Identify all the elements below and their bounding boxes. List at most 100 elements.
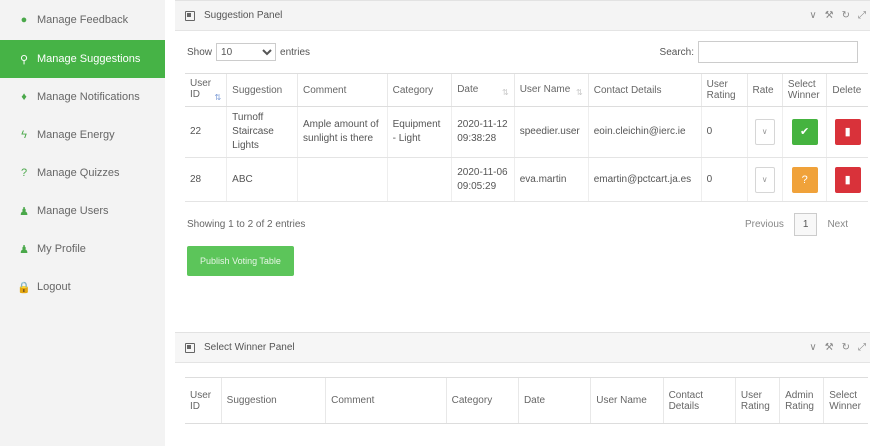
cell-comment: Ample amount of sunlight is there	[297, 106, 388, 158]
column-header[interactable]: Admin Rating	[779, 377, 824, 424]
collapse-icon[interactable]: ∨	[809, 342, 816, 353]
suggestion-panel-title: Suggestion Panel	[204, 10, 283, 21]
sidebar-item-manage-users[interactable]: ♟ Manage Users	[0, 192, 165, 230]
user-icon: ♟	[19, 205, 29, 218]
rate-select[interactable]: ∨	[754, 119, 775, 145]
sort-icon[interactable]: ⇅	[214, 93, 221, 102]
publish-voting-table-button[interactable]: Publish Voting Table	[187, 246, 294, 276]
comment-icon: ●	[20, 14, 28, 26]
wrench-icon[interactable]: ⚒	[825, 10, 834, 21]
column-header[interactable]: Select Winner	[823, 377, 868, 424]
sidebar-item-manage-quizzes[interactable]: ? Manage Quizzes	[0, 154, 165, 192]
cell-date: 2020-11-06 09:05:29	[451, 157, 515, 202]
column-header[interactable]: Contact Details	[662, 377, 736, 424]
bolt-icon: ϟ	[21, 129, 27, 141]
cell-rate: ∨	[746, 157, 783, 202]
column-header-label: Delete	[832, 84, 862, 96]
expand-icon[interactable]: ⤢	[858, 342, 866, 353]
column-header[interactable]: Category	[445, 377, 519, 424]
column-header[interactable]: Date ⇅	[451, 73, 515, 107]
column-header-label: Suggestion	[232, 84, 283, 96]
search-label: Search:	[659, 46, 694, 58]
question-icon: ?	[20, 167, 28, 179]
sidebar-item-label: Manage Suggestions	[37, 53, 141, 65]
column-header-label: User Rating	[706, 79, 736, 101]
cell-user-id: 22	[185, 106, 227, 158]
sidebar-item-label: Manage Feedback	[37, 14, 129, 26]
collapse-icon[interactable]: ∨	[809, 10, 816, 21]
column-header-label: Comment	[303, 84, 347, 96]
cell-delete: ▮	[826, 157, 868, 202]
column-header[interactable]: Comment	[297, 73, 388, 107]
refresh-icon[interactable]: ↻	[842, 342, 850, 353]
cell-delete: ▮	[826, 106, 868, 158]
delete-button[interactable]: ▮	[834, 119, 861, 145]
expand-icon[interactable]: ⤢	[858, 10, 866, 21]
entries-select[interactable]: 10	[216, 43, 277, 61]
select-winner-button[interactable]: ✔	[791, 119, 818, 145]
column-header[interactable]: Date	[517, 377, 591, 424]
table-header-row: User ID ⇅ Suggestion Comment Category Date ⇅ Us…	[185, 73, 868, 107]
table-info: Showing 1 to 2 of 2 entries	[187, 218, 306, 230]
sidebar-item-logout[interactable]: 🔒 Logout	[0, 268, 165, 306]
column-header-label: Date	[457, 83, 479, 95]
sidebar-item-manage-suggestions[interactable]: ⚲ Manage Suggestions	[0, 40, 165, 78]
cell-suggestion: Turnoff Staircase Lights	[226, 106, 298, 158]
search: Search:	[660, 41, 858, 63]
sidebar-item-manage-notifications[interactable]: ♦ Manage Notifications	[0, 78, 165, 116]
cell-user-name: speedier.user	[513, 106, 589, 158]
show-label: Show	[187, 46, 213, 58]
sidebar-item-label: Manage Quizzes	[37, 167, 120, 179]
previous-button[interactable]: Previous	[735, 219, 794, 230]
column-header-label: Contact Details	[593, 84, 662, 96]
winner-panel-title: Select Winner Panel	[204, 342, 295, 353]
cell-rating: 0	[700, 157, 747, 202]
sort-icon[interactable]: ⇅	[502, 88, 509, 97]
table-row: 22 Turnoff Staircase Lights Ample amount o…	[185, 106, 868, 158]
cell-user-name: eva.martin	[513, 157, 589, 202]
suggestion-panel-header: Suggestion Panel ∨ ⚒ ↻ ⤢	[175, 1, 870, 31]
sort-icon[interactable]: ⇅	[576, 88, 583, 97]
cell-comment	[297, 157, 388, 202]
column-header[interactable]: User ID ⇅	[185, 73, 227, 107]
select-winner-panel: Select Winner Panel ∨ ⚒ ↻ ⤢ User ID Sugge…	[175, 332, 870, 446]
column-header[interactable]: Select Winner	[781, 73, 827, 107]
sidebar-item-manage-feedback[interactable]: ● Manage Feedback	[0, 0, 165, 40]
column-header[interactable]: User Rating	[734, 377, 780, 424]
refresh-icon[interactable]: ↻	[842, 10, 850, 21]
question-icon: ?	[801, 173, 808, 186]
panel-icon	[185, 342, 195, 353]
rate-select[interactable]: ∨	[754, 166, 775, 193]
sidebar-item-manage-energy[interactable]: ϟ Manage Energy	[0, 116, 165, 154]
bell-icon: ♦	[21, 91, 27, 103]
page-button[interactable]: 1	[793, 212, 818, 236]
delete-button[interactable]: ▮	[834, 166, 861, 193]
table-row: 28 ABC 2020-11-06 09:05:29 eva.martin emarti…	[185, 157, 868, 202]
select-winner-button[interactable]: ?	[791, 166, 818, 193]
column-header[interactable]: Delete	[826, 73, 868, 107]
suggestion-panel: Suggestion Panel ∨ ⚒ ↻ ⤢ Show 10 entries…	[175, 0, 870, 310]
column-header[interactable]: User Rating	[700, 73, 747, 107]
chevron-down-icon: ∨	[761, 174, 768, 184]
column-header[interactable]: Comment	[325, 377, 447, 424]
column-header[interactable]: Rate	[746, 73, 783, 107]
column-header[interactable]: Suggestion	[226, 73, 298, 107]
next-button[interactable]: Next	[817, 219, 858, 230]
cell-rating: 0	[700, 106, 747, 158]
column-header[interactable]: Category	[386, 73, 452, 107]
sidebar-item-my-profile[interactable]: ♟ My Profile	[0, 230, 165, 268]
column-header[interactable]: Contact Details	[587, 73, 702, 107]
column-header[interactable]: User ID	[185, 377, 222, 424]
cell-category: Equipment - Light	[386, 106, 452, 158]
search-icon: ⚲	[19, 53, 29, 66]
wrench-icon[interactable]: ⚒	[825, 342, 834, 353]
cell-select-winner: ?	[781, 157, 827, 202]
cell-date: 2020-11-12 09:38:28	[451, 106, 515, 158]
cell-contact: emartin@pctcart.ja.es	[587, 157, 702, 202]
cell-rate: ∨	[746, 106, 783, 158]
column-header[interactable]: User Name ⇅	[513, 73, 589, 107]
column-header-label: Select Winner	[787, 79, 820, 101]
search-input[interactable]	[698, 41, 858, 63]
column-header[interactable]: Suggestion	[220, 377, 326, 424]
column-header[interactable]: User Name	[590, 377, 664, 424]
